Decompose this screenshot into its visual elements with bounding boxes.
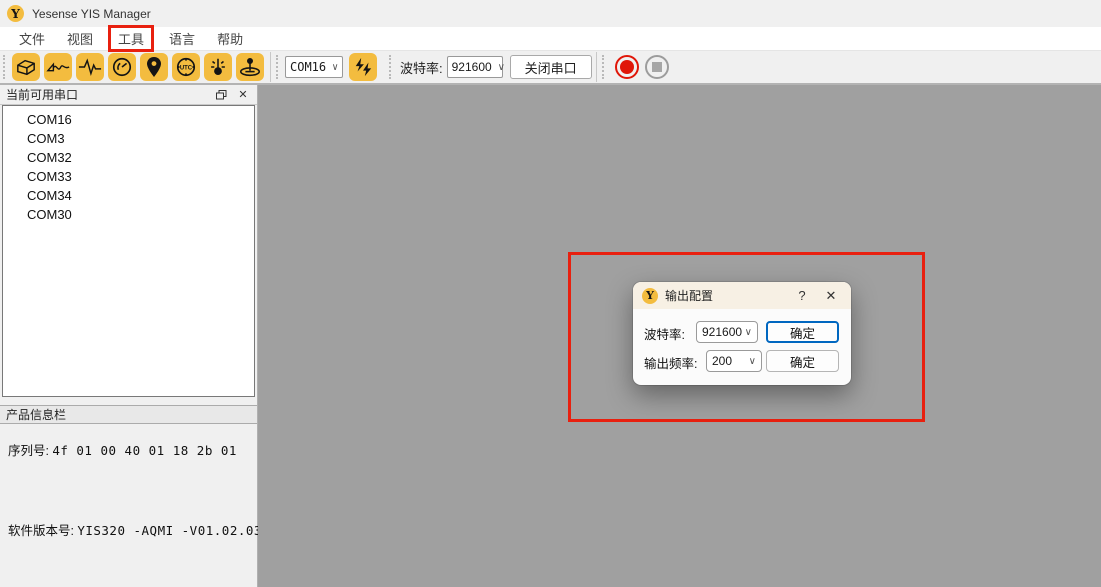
gauge-icon[interactable]	[108, 53, 136, 81]
port-select-value: COM16	[290, 60, 326, 74]
chevron-down-icon: ∨	[749, 356, 756, 367]
dialog-title-bar: Y 输出配置 ? ✕	[633, 282, 851, 309]
toolbar-grip[interactable]	[389, 55, 394, 79]
menu-tools[interactable]: 工具	[108, 25, 154, 52]
menu-view[interactable]: 视图	[58, 26, 102, 51]
close-serial-port-button[interactable]: 关闭串口	[510, 55, 592, 79]
software-version-label: 软件版本号:	[8, 524, 74, 538]
temperature-icon[interactable]	[204, 53, 232, 81]
dialog-output-rate-label: 输出频率:	[644, 353, 697, 372]
app-window: Y Yesense YIS Manager 文件 视图 工具 语言 帮助	[0, 0, 1101, 587]
chevron-down-icon: ∨	[498, 62, 505, 73]
list-item-port[interactable]: COM30	[3, 205, 254, 224]
baud-rate-row: 波特率: 921600 ∨ 确定	[633, 321, 851, 343]
toolbar-grip[interactable]	[3, 55, 8, 79]
stop-icon[interactable]	[645, 55, 669, 79]
dock-header: 当前可用串口 ✕	[0, 85, 257, 105]
product-info-body: 序列号: 4f 01 00 40 01 18 2b 01 软件版本号: YIS3…	[0, 424, 257, 587]
float-panel-icon[interactable]	[213, 88, 229, 102]
dialog-output-rate-select[interactable]: 200 ∨	[706, 350, 762, 372]
workspace: Y 输出配置 ? ✕ 波特率: 921600 ∨ 确定 输出频率:	[258, 85, 1101, 587]
toolbar: UTC COM16 ∨ 波特率: 921600 ∨ 关闭串口	[0, 51, 1101, 85]
product-info-title: 产品信息栏	[6, 406, 66, 423]
toolbar-separator	[596, 52, 597, 82]
refresh-ports-icon[interactable]	[349, 53, 377, 81]
software-version-value: YIS320 -AQMI -V01.02.03;	[77, 523, 270, 538]
output-rate-confirm-button[interactable]: 确定	[766, 350, 839, 372]
dialog-output-rate-value: 200	[712, 354, 732, 368]
list-item-port[interactable]: COM33	[3, 167, 254, 186]
dialog-baud-label: 波特率:	[644, 324, 685, 343]
toolbar-grip[interactable]	[602, 55, 607, 79]
chevron-down-icon: ∨	[332, 62, 338, 73]
title-bar: Y Yesense YIS Manager	[0, 0, 1101, 27]
product-info-header: 产品信息栏	[0, 405, 257, 424]
dialog-baud-value: 921600	[702, 325, 742, 339]
menu-file[interactable]: 文件	[10, 26, 54, 51]
cube-3d-icon[interactable]	[12, 53, 40, 81]
baud-rate-label: 波特率:	[400, 58, 443, 77]
dock-title: 当前可用串口	[6, 86, 78, 103]
close-panel-icon[interactable]: ✕	[235, 88, 251, 102]
list-item-port[interactable]: COM34	[3, 186, 254, 205]
utc-clock-icon[interactable]: UTC	[172, 53, 200, 81]
serial-number-value: 4f 01 00 40 01 18 2b 01	[52, 443, 237, 458]
list-item-port[interactable]: COM3	[3, 129, 254, 148]
dialog-title: 输出配置	[665, 287, 792, 304]
serial-ports-dock: 当前可用串口 ✕ COM16 COM3 COM32 COM33 COM34 CO…	[0, 85, 258, 587]
location-pin-icon[interactable]	[140, 53, 168, 81]
menu-help[interactable]: 帮助	[208, 26, 252, 51]
list-item-port[interactable]: COM32	[3, 148, 254, 167]
raw-waveform-icon[interactable]	[76, 53, 104, 81]
dialog-baud-select[interactable]: 921600 ∨	[696, 321, 758, 343]
dialog-close-icon[interactable]: ✕	[820, 288, 842, 304]
baud-select[interactable]: 921600 ∨	[447, 56, 503, 78]
menu-bar: 文件 视图 工具 语言 帮助	[0, 27, 1101, 51]
list-item-port[interactable]: COM16	[3, 110, 254, 129]
baud-confirm-button[interactable]: 确定	[766, 321, 839, 343]
chevron-down-icon: ∨	[745, 327, 752, 338]
port-list: COM16 COM3 COM32 COM33 COM34 COM30	[2, 105, 255, 397]
output-config-dialog: Y 输出配置 ? ✕ 波特率: 921600 ∨ 确定 输出频率:	[633, 282, 851, 385]
port-select[interactable]: COM16 ∨	[285, 56, 343, 78]
dialog-help-icon[interactable]: ?	[792, 288, 812, 303]
dialog-logo-icon: Y	[642, 288, 658, 304]
app-logo-icon: Y	[7, 5, 24, 22]
toolbar-separator	[270, 52, 271, 82]
magnetometer-icon[interactable]	[236, 53, 264, 81]
baud-select-value: 921600	[452, 60, 492, 74]
content-area: 当前可用串口 ✕ COM16 COM3 COM32 COM33 COM34 CO…	[0, 85, 1101, 587]
window-title: Yesense YIS Manager	[32, 7, 151, 21]
svg-text:UTC: UTC	[180, 65, 193, 71]
toolbar-grip[interactable]	[276, 55, 281, 79]
menu-language[interactable]: 语言	[160, 26, 204, 51]
record-icon[interactable]	[615, 55, 639, 79]
serial-number-label: 序列号:	[8, 444, 49, 458]
attitude-waveform-icon[interactable]	[44, 53, 72, 81]
output-rate-row: 输出频率: 200 ∨ 确定	[633, 350, 851, 372]
